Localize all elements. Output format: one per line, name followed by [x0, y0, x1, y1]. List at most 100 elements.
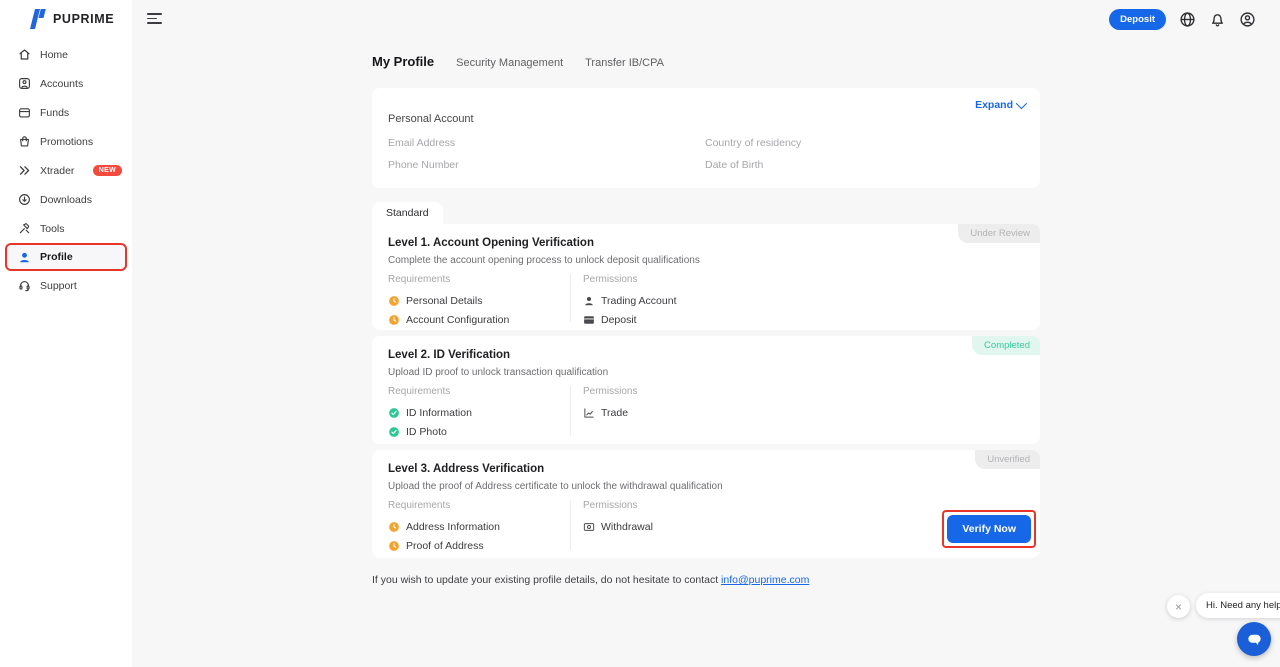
sidebar-item-label: Profile [40, 251, 73, 263]
pending-clock-icon [388, 314, 400, 326]
sidebar-item-label: Tools [40, 223, 65, 235]
status-badge: Unverified [975, 450, 1040, 469]
sidebar-item-label: Funds [40, 107, 69, 119]
completed-check-icon [388, 426, 400, 438]
tools-icon [18, 222, 31, 235]
status-badge: Completed [972, 336, 1040, 355]
sidebar-item-label: Xtrader [40, 165, 74, 177]
pending-clock-icon [388, 540, 400, 552]
requirements-label: Requirements [388, 274, 570, 285]
requirement-label: ID Information [406, 407, 472, 419]
requirements-column: Requirements Personal Details Account Co… [388, 274, 570, 322]
permission-item: Trade [583, 403, 1024, 422]
permission-item: Deposit [583, 310, 1024, 329]
sidebar: PUPRIME Home Accounts Funds [0, 0, 132, 667]
status-badge: Under Review [958, 224, 1040, 243]
requirement-item: Address Information [388, 517, 570, 536]
profile-icon [18, 251, 31, 264]
personal-account-card: Expand Personal Account Email Address Co… [372, 88, 1040, 188]
trading-account-icon [583, 295, 595, 307]
level-1-card: Under Review Level 1. Account Opening Ve… [372, 224, 1040, 330]
profile-tabs: My Profile Security Management Transfer … [372, 54, 664, 69]
requirement-item: Personal Details [388, 291, 570, 310]
promotions-icon [18, 135, 31, 148]
deposit-wallet-icon [583, 314, 595, 326]
country-of-residency-label: Country of residency [705, 137, 801, 149]
verify-now-button[interactable]: Verify Now [947, 515, 1031, 543]
tab-transfer-ib-cpa[interactable]: Transfer IB/CPA [585, 57, 664, 69]
requirement-label: ID Photo [406, 426, 447, 438]
contact-email-link[interactable]: info@puprime.com [721, 574, 809, 586]
level-1-title: Level 1. Account Opening Verification [388, 237, 594, 249]
withdrawal-icon [583, 521, 595, 533]
verify-now-annotation: Verify Now [942, 510, 1036, 548]
sidebar-toggle-icon[interactable] [147, 13, 162, 26]
sidebar-item-downloads[interactable]: Downloads [0, 185, 132, 214]
permission-label: Deposit [601, 314, 637, 326]
level-3-title: Level 3. Address Verification [388, 463, 544, 475]
level-2-subtitle: Upload ID proof to unlock transaction qu… [388, 367, 608, 378]
puprime-logo-icon [28, 9, 47, 29]
sidebar-item-funds[interactable]: Funds [0, 98, 132, 127]
sidebar-item-promotions[interactable]: Promotions [0, 127, 132, 156]
app-screen: PUPRIME Home Accounts Funds [0, 0, 1280, 667]
expand-label: Expand [975, 99, 1013, 111]
phone-number-label: Phone Number [388, 159, 459, 171]
logo-text: PUPRIME [53, 12, 114, 26]
permission-label: Trading Account [601, 295, 677, 307]
support-icon [18, 279, 31, 292]
requirement-item: Proof of Address [388, 536, 570, 555]
requirement-item: ID Photo [388, 422, 570, 441]
funds-icon [18, 106, 31, 119]
accounts-icon [18, 77, 31, 90]
language-globe-icon[interactable] [1179, 11, 1196, 28]
new-badge: NEW [93, 165, 122, 176]
sidebar-item-support[interactable]: Support [0, 271, 132, 300]
sidebar-item-label: Promotions [40, 136, 93, 148]
requirement-item: Account Configuration [388, 310, 570, 329]
footer-note: If you wish to update your existing prof… [372, 574, 809, 586]
sidebar-item-accounts[interactable]: Accounts [0, 69, 132, 98]
chat-launcher-button[interactable] [1237, 622, 1271, 656]
tab-security-management[interactable]: Security Management [456, 57, 563, 69]
permissions-column: Permissions Trading Account Deposit [570, 274, 1024, 322]
account-avatar-icon[interactable] [1239, 11, 1256, 28]
tab-my-profile[interactable]: My Profile [372, 54, 434, 69]
requirements-label: Requirements [388, 386, 570, 397]
home-icon [18, 48, 31, 61]
email-address-label: Email Address [388, 137, 455, 149]
date-of-birth-label: Date of Birth [705, 159, 763, 171]
chat-bubble-icon [1246, 631, 1263, 648]
level-3-columns: Requirements Address Information Proof o… [388, 500, 1024, 550]
expand-toggle[interactable]: Expand [975, 99, 1024, 111]
pending-clock-icon [388, 521, 400, 533]
sidebar-item-xtrader[interactable]: Xtrader NEW [0, 156, 132, 185]
requirements-label: Requirements [388, 500, 570, 511]
requirements-column: Requirements ID Information ID Photo [388, 386, 570, 436]
sidebar-nav: Home Accounts Funds Promotions [0, 40, 132, 300]
permissions-column: Permissions Trade [570, 386, 1024, 436]
sidebar-item-tools[interactable]: Tools [0, 214, 132, 243]
tab-standard[interactable]: Standard [372, 202, 443, 224]
pending-clock-icon [388, 295, 400, 307]
requirement-label: Address Information [406, 521, 500, 533]
sidebar-item-label: Home [40, 49, 68, 61]
deposit-button[interactable]: Deposit [1109, 9, 1166, 30]
chat-close-button[interactable]: × [1167, 595, 1190, 618]
downloads-icon [18, 193, 31, 206]
level-3-card: Unverified Level 3. Address Verification… [372, 450, 1040, 558]
sidebar-item-label: Support [40, 280, 77, 292]
level-3-subtitle: Upload the proof of Address certificate … [388, 481, 723, 492]
notifications-bell-icon[interactable] [1209, 11, 1226, 28]
personal-account-title: Personal Account [388, 113, 474, 125]
chevron-down-icon [1016, 98, 1027, 109]
level-2-card: Completed Level 2. ID Verification Uploa… [372, 336, 1040, 444]
requirement-label: Account Configuration [406, 314, 509, 326]
sidebar-item-profile[interactable]: Profile [5, 243, 127, 271]
level-1-subtitle: Complete the account opening process to … [388, 255, 700, 266]
sidebar-item-label: Downloads [40, 194, 92, 206]
header-actions: Deposit [1109, 9, 1256, 30]
chat-greeting-bubble[interactable]: Hi. Need any help? [1196, 593, 1280, 618]
sidebar-item-home[interactable]: Home [0, 40, 132, 69]
trade-chart-icon [583, 407, 595, 419]
